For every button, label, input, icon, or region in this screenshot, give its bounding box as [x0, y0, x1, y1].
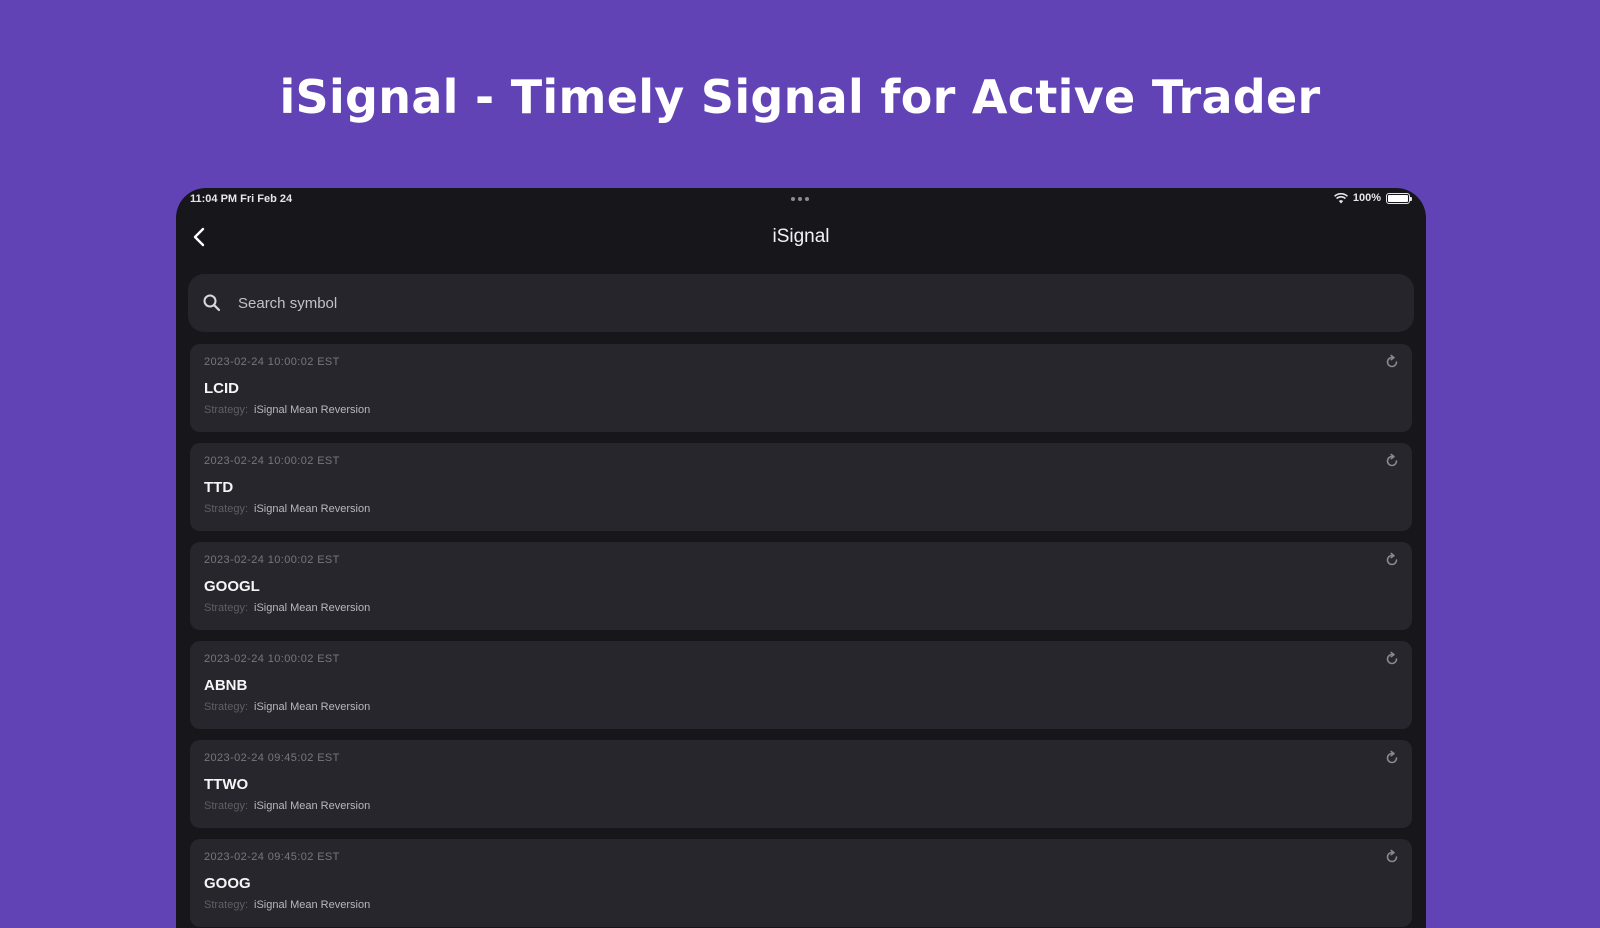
strategy-label: Strategy: — [204, 404, 249, 416]
status-time: 11:04 PM Fri Feb 24 — [190, 193, 293, 205]
strategy-label: Strategy: — [204, 503, 249, 515]
signal-time: 2023-02-24 10:00:02 EST — [204, 653, 340, 665]
signal-symbol: GOOGL — [204, 578, 260, 595]
refresh-icon[interactable] — [1384, 354, 1400, 370]
battery-percent: 100% — [1352, 192, 1381, 204]
signal-time: 2023-02-24 09:45:02 EST — [204, 851, 340, 863]
signal-card[interactable]: 2023-02-24 09:45:02 EST TTWO Strategy: iS… — [190, 740, 1412, 828]
signal-card[interactable]: 2023-02-24 10:00:02 EST TTD Strategy: iSi… — [190, 443, 1412, 531]
search-bar — [188, 274, 1414, 332]
strategy-value: iSignal Mean Reversion — [254, 800, 371, 812]
signal-symbol: GOOG — [204, 875, 251, 892]
signal-card[interactable]: 2023-02-24 10:00:02 EST ABNB Strategy: iS… — [190, 641, 1412, 729]
status-right: 100% — [1333, 192, 1412, 204]
page-headline: iSignal - Timely Signal for Active Trade… — [279, 70, 1321, 124]
multitask-indicator[interactable] — [791, 197, 811, 201]
refresh-icon[interactable] — [1384, 552, 1400, 568]
strategy-label: Strategy: — [204, 701, 249, 713]
tablet-screen: 11:04 PM Fri Feb 24 100% iSignal Search … — [176, 188, 1426, 928]
strategy-label: Strategy: — [204, 800, 249, 812]
strategy-value: iSignal Mean Reversion — [254, 602, 371, 614]
signal-symbol: ABNB — [204, 677, 248, 694]
nav-title: iSignal — [772, 226, 830, 247]
strategy-value: iSignal Mean Reversion — [254, 899, 371, 911]
signal-symbol: TTWO — [204, 776, 249, 793]
signal-strategy: Strategy: iSignal Mean Reversion — [204, 800, 370, 812]
refresh-icon[interactable] — [1384, 750, 1400, 766]
strategy-value: iSignal Mean Reversion — [254, 503, 371, 515]
strategy-value: iSignal Mean Reversion — [254, 701, 371, 713]
signal-card[interactable]: 2023-02-24 09:45:02 EST GOOG Strategy: iS… — [190, 839, 1412, 927]
signal-time: 2023-02-24 10:00:02 EST — [204, 356, 340, 368]
strategy-label: Strategy: — [204, 602, 249, 614]
signal-strategy: Strategy: iSignal Mean Reversion — [204, 503, 370, 515]
navigation-bar: iSignal — [176, 212, 1426, 262]
signal-time: 2023-02-24 10:00:02 EST — [204, 455, 340, 467]
signal-list: 2023-02-24 10:00:02 EST LCID Strategy: iS… — [190, 344, 1412, 928]
refresh-icon[interactable] — [1384, 651, 1400, 667]
wifi-icon — [1333, 192, 1348, 203]
signal-time: 2023-02-24 09:45:02 EST — [204, 752, 340, 764]
search-input[interactable] — [238, 294, 1338, 312]
status-bar: 11:04 PM Fri Feb 24 100% — [176, 188, 1426, 212]
signal-strategy: Strategy: iSignal Mean Reversion — [204, 701, 370, 713]
refresh-icon[interactable] — [1384, 849, 1400, 865]
signal-symbol: TTD — [204, 479, 234, 496]
refresh-icon[interactable] — [1384, 453, 1400, 469]
signal-time: 2023-02-24 10:00:02 EST — [204, 554, 340, 566]
battery-icon — [1386, 192, 1412, 204]
signal-card[interactable]: 2023-02-24 10:00:02 EST LCID Strategy: iS… — [190, 344, 1412, 432]
signal-strategy: Strategy: iSignal Mean Reversion — [204, 404, 370, 416]
signal-strategy: Strategy: iSignal Mean Reversion — [204, 899, 370, 911]
strategy-label: Strategy: — [204, 899, 249, 911]
signal-symbol: LCID — [204, 380, 239, 397]
strategy-value: iSignal Mean Reversion — [254, 404, 371, 416]
signal-strategy: Strategy: iSignal Mean Reversion — [204, 602, 370, 614]
signal-card[interactable]: 2023-02-24 10:00:02 EST GOOGL Strategy: i… — [190, 542, 1412, 630]
search-icon — [203, 294, 221, 312]
